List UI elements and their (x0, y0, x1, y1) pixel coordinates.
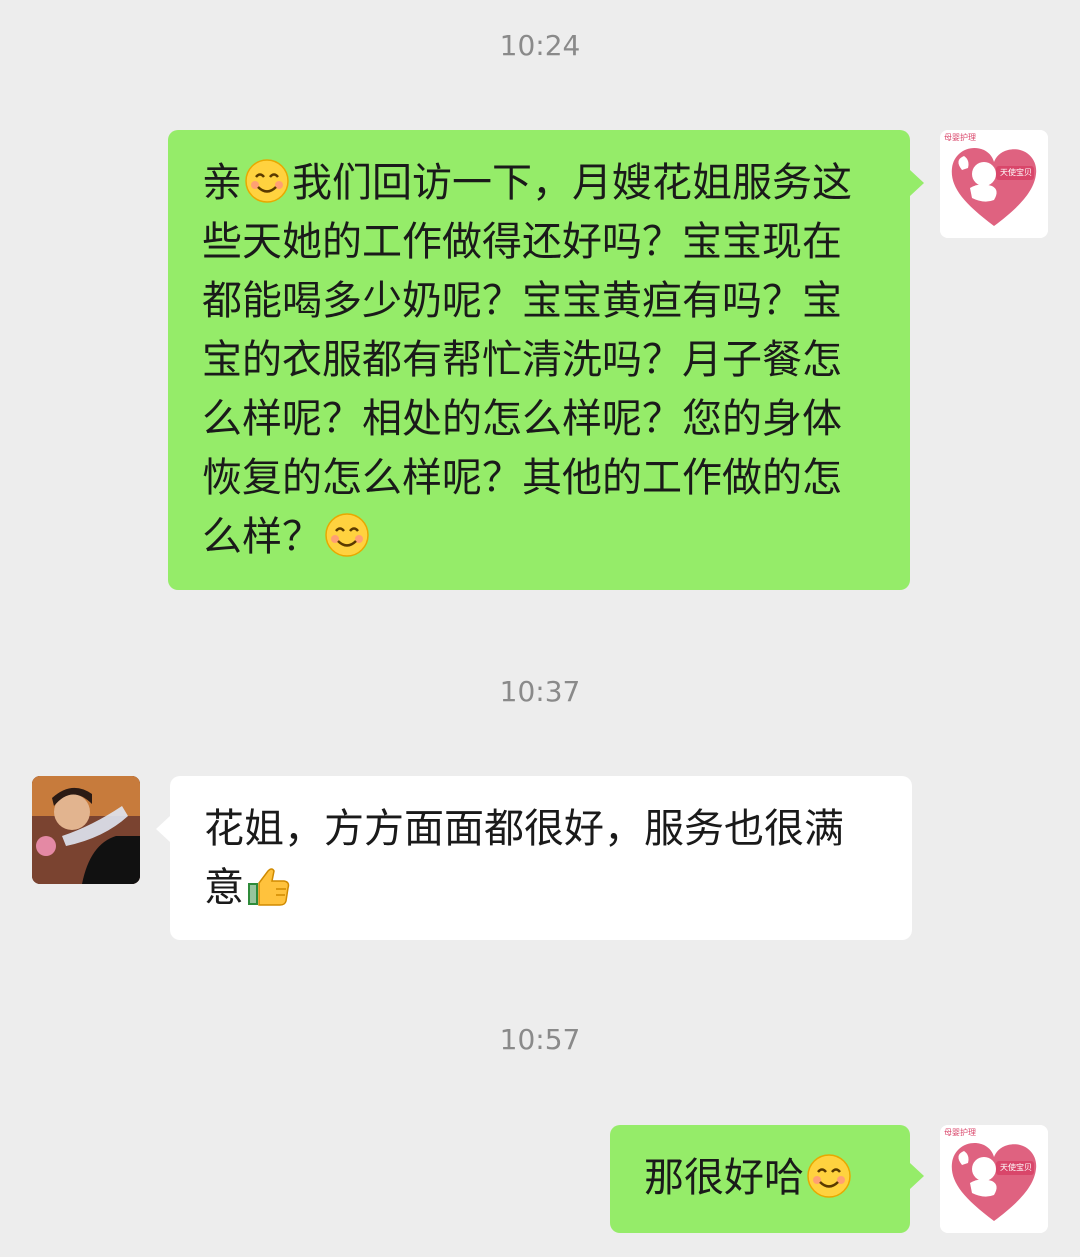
smile-emoji-icon (807, 1154, 851, 1198)
bubble-tail (910, 170, 924, 196)
timestamp: 10:24 (499, 29, 581, 62)
smile-emoji-icon (325, 513, 369, 557)
my-avatar[interactable]: 天使宝贝 母婴护理 (940, 1125, 1048, 1233)
avatar-label: 母婴护理 (944, 1128, 976, 1137)
heart-logo-icon (940, 130, 1048, 238)
contact-avatar[interactable] (32, 776, 140, 884)
avatar-badge: 天使宝贝 (1000, 168, 1032, 177)
message-bubble-outgoing[interactable]: 亲我们回访一下，月嫂花姐服务这些天她的工作做得还好吗？宝宝现在都能喝多少奶呢？宝… (168, 130, 910, 590)
smile-emoji-icon (245, 159, 289, 203)
message-text: 亲 (202, 160, 242, 206)
message-bubble-outgoing[interactable]: 那很好哈 (610, 1125, 910, 1233)
my-avatar[interactable]: 天使宝贝 母婴护理 (940, 130, 1048, 238)
avatar-label: 母婴护理 (944, 133, 976, 142)
message-bubble-incoming[interactable]: 花姐，方方面面都很好，服务也很满意 (170, 776, 912, 940)
message-text: 我们回访一下，月嫂花姐服务这些天她的工作做得还好吗？宝宝现在都能喝多少奶呢？宝宝… (202, 160, 852, 560)
bubble-tail (910, 1163, 924, 1189)
bubble-tail (156, 816, 170, 842)
timestamp: 10:57 (499, 1023, 581, 1056)
message-text: 花姐，方方面面都很好，服务也很满意 (204, 806, 844, 911)
timestamp: 10:37 (499, 675, 581, 708)
thumbs-up-emoji-icon (248, 868, 290, 906)
avatar-badge: 天使宝贝 (1000, 1163, 1032, 1172)
heart-logo-icon (940, 1125, 1048, 1233)
message-text: 那很好哈 (644, 1155, 804, 1201)
contact-photo-icon (32, 776, 140, 884)
